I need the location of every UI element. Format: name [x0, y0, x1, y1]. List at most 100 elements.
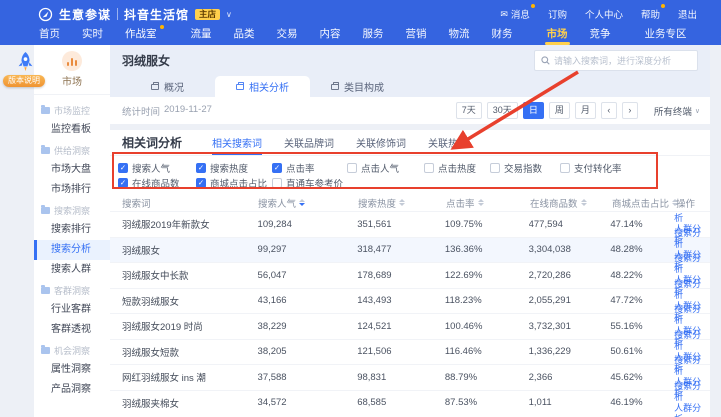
sidebar-item-市场大盘[interactable]: 市场大盘: [34, 160, 110, 180]
quicklink-帮助[interactable]: 帮助: [641, 7, 660, 21]
checkbox-点击热度[interactable]: [424, 163, 434, 173]
column-header-在线商品数[interactable]: 在线商品数: [530, 196, 612, 210]
panel-tab-关联热词[interactable]: 关联热词: [428, 130, 468, 155]
brand-divider: [117, 8, 118, 20]
sidebar-item-行业客群[interactable]: 行业客群: [34, 300, 110, 320]
checkbox-直通车参考价[interactable]: [272, 178, 282, 188]
nav-item-首页[interactable]: 首页: [28, 26, 71, 45]
action-link-搜索分析[interactable]: 搜索分析: [674, 211, 710, 224]
metric-搜索热度[interactable]: ✓搜索热度: [196, 161, 272, 175]
terminal-filter-dropdown[interactable]: 所有终端∨: [654, 104, 700, 118]
panel-tab-关联品牌词[interactable]: 关联品牌词: [284, 130, 334, 155]
column-label: 在线商品数: [530, 196, 578, 210]
metric-商城点击占比[interactable]: ✓商城点击占比: [196, 176, 272, 190]
nav-item-内容[interactable]: 内容: [309, 26, 352, 45]
sidebar-item-搜索人群[interactable]: 搜索人群: [34, 260, 110, 280]
panel-tab-相关搜索词[interactable]: 相关搜索词: [212, 130, 262, 155]
action-link-搜索分析[interactable]: 搜索分析: [674, 228, 710, 250]
quicklink-订购[interactable]: 订购: [548, 7, 567, 21]
quicklink-label: 退出: [678, 7, 697, 21]
metric-交易指数[interactable]: 交易指数: [490, 161, 560, 175]
checkbox-商城点击占比[interactable]: ✓: [196, 178, 206, 188]
action-link-搜索分析[interactable]: 搜索分析: [674, 304, 710, 326]
action-link-搜索分析[interactable]: 搜索分析: [674, 253, 710, 275]
tab-概况[interactable]: 概况: [120, 76, 215, 97]
search-input[interactable]: [554, 56, 691, 66]
date-button-›[interactable]: ›: [622, 102, 638, 119]
nav-item-市场[interactable]: 市场: [536, 26, 579, 45]
nav-item-财务[interactable]: 财务: [481, 26, 524, 45]
metric-label: 点击热度: [438, 161, 476, 175]
date-button-7天[interactable]: 7天: [456, 102, 482, 119]
checkbox-点击人气[interactable]: [347, 163, 357, 173]
nav-item-服务[interactable]: 服务: [352, 26, 395, 45]
nav-item-流量[interactable]: 流量: [180, 26, 223, 45]
brand[interactable]: 生意参谋 抖音生活馆 主店 ∨: [38, 6, 232, 23]
checkbox-交易指数[interactable]: [490, 163, 500, 173]
date-button-日[interactable]: 日: [523, 102, 544, 119]
quicklink-消息[interactable]: ✉消息: [500, 7, 530, 21]
sidebar-item-搜索排行[interactable]: 搜索排行: [34, 220, 110, 240]
date-button-月[interactable]: 月: [575, 102, 596, 119]
quicklink-个人中心[interactable]: 个人中心: [585, 7, 623, 21]
sidebar-section-header[interactable]: 市场: [34, 45, 110, 95]
action-link-搜索分析[interactable]: 搜索分析: [674, 381, 710, 403]
checkbox-搜索人气[interactable]: ✓: [118, 163, 128, 173]
nav-item-作战室[interactable]: 作战室: [114, 26, 168, 45]
metric-点击人气[interactable]: 点击人气: [347, 161, 424, 175]
nav-item-营销[interactable]: 营销: [395, 26, 438, 45]
metric-搜索人气[interactable]: ✓搜索人气: [118, 161, 196, 175]
nav-item-业务专区[interactable]: 业务专区: [634, 26, 698, 45]
sidebar-item-监控看板[interactable]: 监控看板: [34, 120, 110, 140]
column-header-搜索人气[interactable]: 搜索人气: [258, 196, 358, 210]
sidebar-item-产品洞察[interactable]: 产品洞察: [34, 380, 110, 400]
checkbox-搜索热度[interactable]: ✓: [196, 163, 206, 173]
sidebar-group-label: 搜索洞察: [54, 204, 90, 217]
main-content: 羽绒服女 概况相关分析类目构成 统计时间 2019-11-27 7天30天日周月…: [110, 45, 710, 417]
keyword-cell: 短款羽绒服女: [122, 294, 258, 308]
metric-直通车参考价[interactable]: 直通车参考价: [272, 176, 382, 190]
metric-点击率[interactable]: ✓点击率: [272, 161, 347, 175]
chevron-down-icon[interactable]: ∨: [226, 10, 232, 19]
action-link-搜索分析[interactable]: 搜索分析: [674, 355, 710, 377]
value-cell: 43,166: [258, 295, 358, 306]
date-button-周[interactable]: 周: [549, 102, 570, 119]
value-cell: 109.75%: [445, 219, 529, 230]
nav-item-物流[interactable]: 物流: [438, 26, 481, 45]
quicklink-退出[interactable]: 退出: [678, 7, 697, 21]
sidebar-group-市场监控: 市场监控: [34, 100, 110, 120]
column-header-商城点击占比[interactable]: 商城点击占比: [612, 196, 676, 210]
analysis-card: 相关词分析 相关搜索词关联品牌词关联修饰词关联热词 ✓搜索人气✓搜索热度✓点击率…: [110, 130, 710, 417]
tab-相关分析[interactable]: 相关分析: [215, 76, 310, 97]
metric-在线商品数[interactable]: ✓在线商品数: [118, 176, 196, 190]
metric-支付转化率[interactable]: 支付转化率: [560, 161, 656, 175]
column-label: 搜索人气: [258, 196, 296, 210]
action-link-人群分析[interactable]: 人群分析: [674, 403, 710, 417]
nav-item-竞争[interactable]: 竞争: [579, 26, 622, 45]
panel-tab-关联修饰词[interactable]: 关联修饰词: [356, 130, 406, 155]
quicklink-label: 个人中心: [585, 7, 623, 21]
action-link-搜索分析[interactable]: 搜索分析: [674, 279, 710, 301]
column-header-点击率[interactable]: 点击率: [446, 196, 530, 210]
sidebar-item-搜索分析[interactable]: 搜索分析: [34, 240, 110, 260]
tab-类目构成[interactable]: 类目构成: [310, 76, 405, 97]
checkbox-支付转化率[interactable]: [560, 163, 570, 173]
value-cell: 46.19%: [610, 397, 674, 408]
checkbox-在线商品数[interactable]: ✓: [118, 178, 128, 188]
checkbox-点击率[interactable]: ✓: [272, 163, 282, 173]
action-link-搜索分析[interactable]: 搜索分析: [674, 330, 710, 352]
nav-item-实时[interactable]: 实时: [71, 26, 114, 45]
sidebar-item-属性洞察[interactable]: 属性洞察: [34, 360, 110, 380]
metric-点击热度[interactable]: 点击热度: [424, 161, 490, 175]
version-tag[interactable]: 版本说明: [3, 75, 45, 87]
date-button-‹[interactable]: ‹: [601, 102, 617, 119]
column-header-搜索热度[interactable]: 搜索热度: [358, 196, 446, 210]
date-button-30天[interactable]: 30天: [487, 102, 518, 119]
rocket-icon[interactable]: [14, 50, 37, 74]
sidebar-item-市场排行[interactable]: 市场排行: [34, 180, 110, 200]
sidebar-item-客群透视[interactable]: 客群透视: [34, 320, 110, 340]
nav-item-取数[interactable]: 取数: [710, 26, 721, 45]
nav-item-交易[interactable]: 交易: [266, 26, 309, 45]
nav-item-品类[interactable]: 品类: [223, 26, 266, 45]
sidebar-group-搜索洞察: 搜索洞察: [34, 200, 110, 220]
